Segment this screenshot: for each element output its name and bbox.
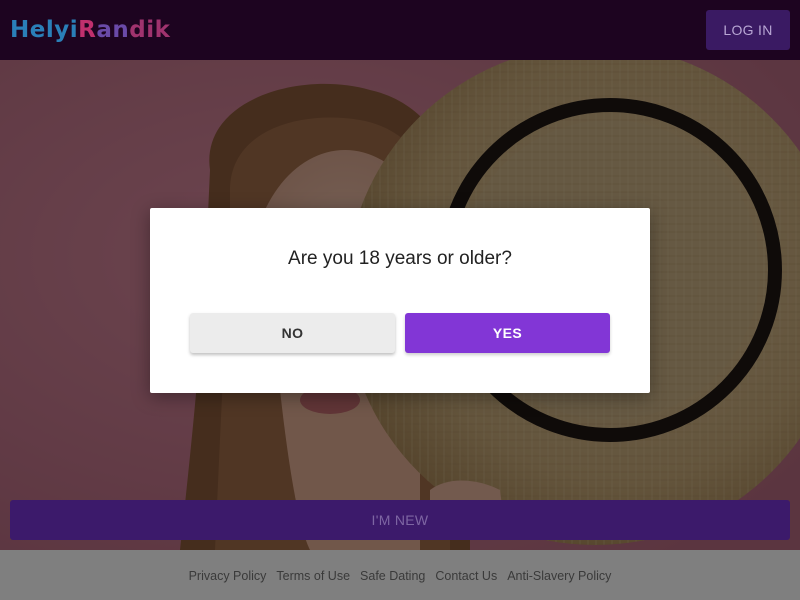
logo-part: dik — [129, 17, 171, 43]
privacy-policy-link[interactable]: Privacy Policy — [189, 567, 267, 583]
footer-links: Privacy Policy Terms of Use Safe Dating … — [0, 550, 800, 600]
terms-of-use-link[interactable]: Terms of Use — [276, 567, 350, 583]
anti-slavery-policy-link[interactable]: Anti-Slavery Policy — [507, 567, 611, 583]
contact-us-link[interactable]: Contact Us — [435, 567, 497, 583]
im-new-button[interactable]: I'M NEW — [10, 500, 790, 540]
age-verification-modal: Are you 18 years or older? NO YES — [150, 208, 650, 393]
age-question: Are you 18 years or older? — [288, 248, 512, 269]
safe-dating-link[interactable]: Safe Dating — [360, 567, 425, 583]
site-logo[interactable]: HelyiRandik — [10, 15, 170, 45]
login-button[interactable]: LOG IN — [706, 10, 790, 50]
no-button[interactable]: NO — [190, 313, 395, 353]
top-header: HelyiRandik LOG IN — [0, 0, 800, 60]
logo-part: Helyi — [10, 17, 79, 43]
logo-part: an — [96, 17, 130, 43]
logo-part: R — [78, 17, 97, 43]
yes-button[interactable]: YES — [405, 313, 610, 353]
